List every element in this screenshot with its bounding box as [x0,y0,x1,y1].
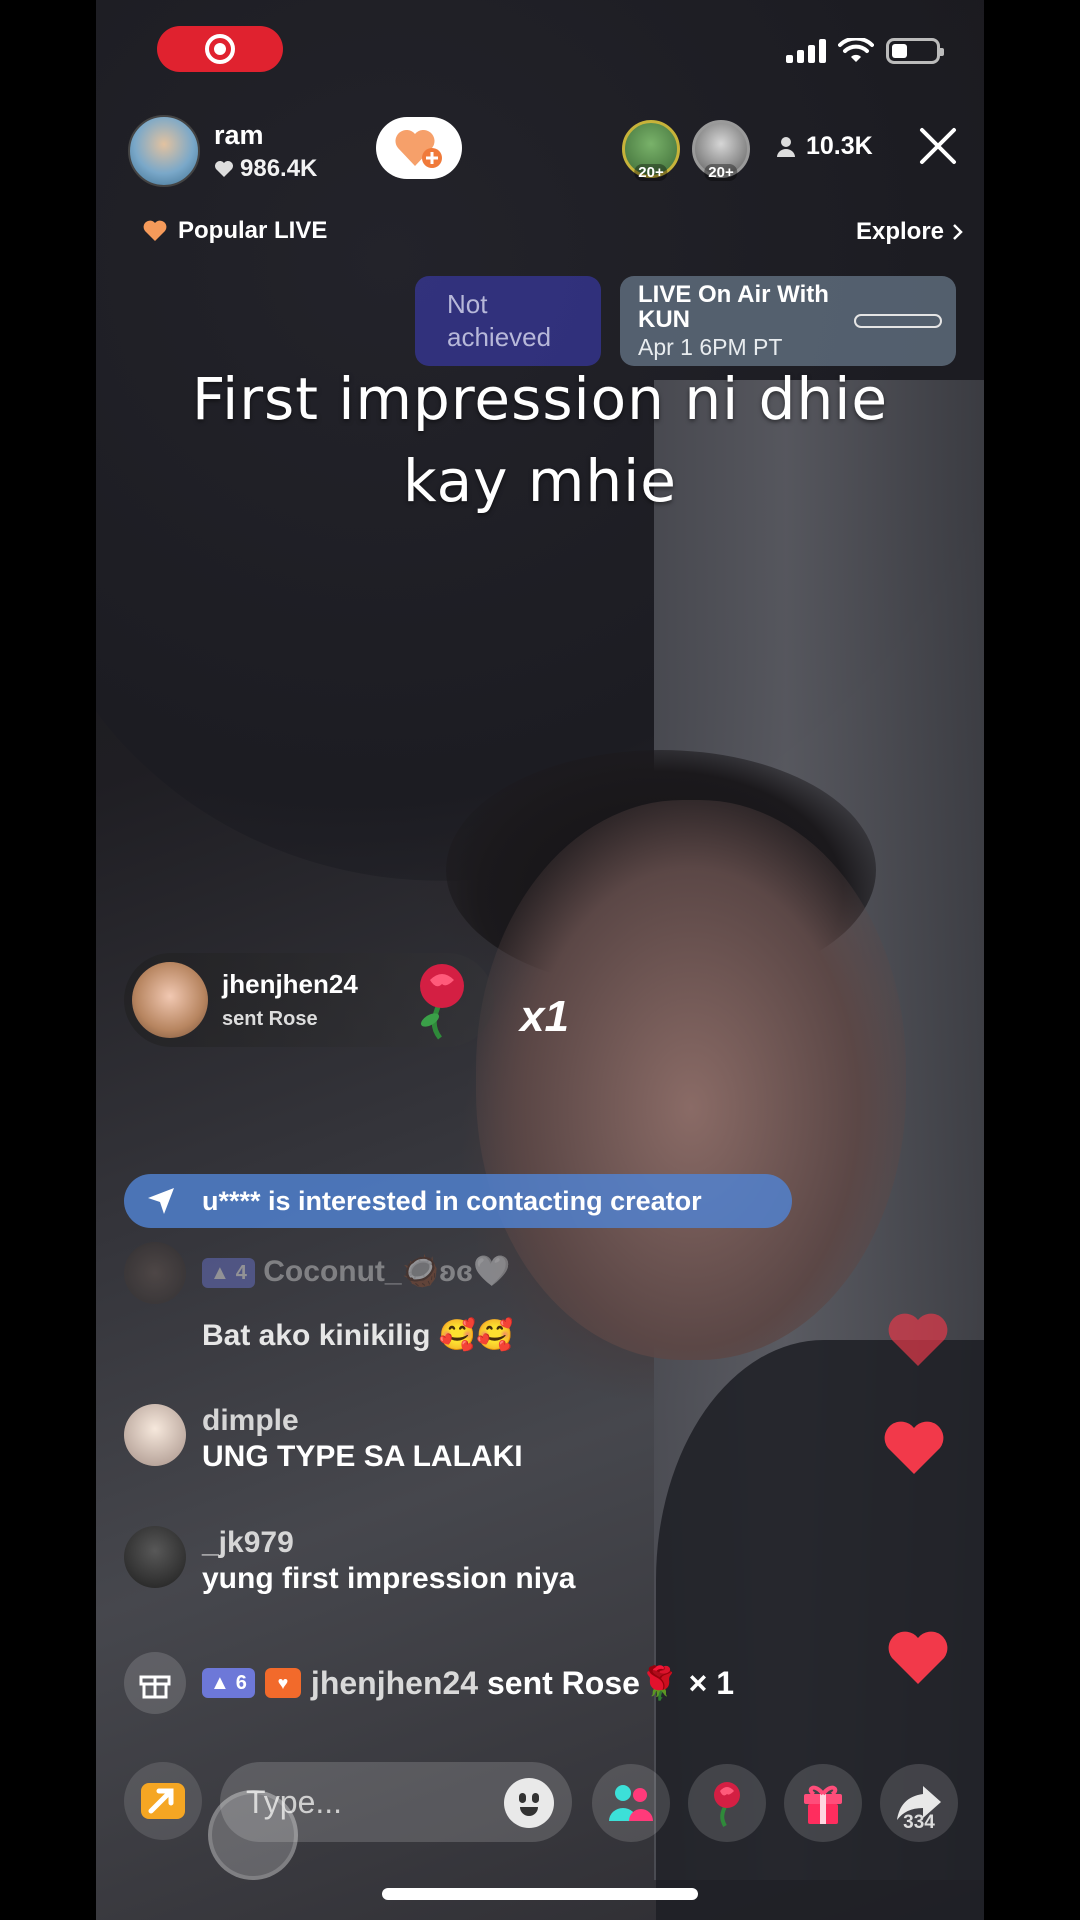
multi-guest-button[interactable] [592,1764,670,1842]
host-avatar[interactable] [128,115,200,187]
event-card[interactable]: LIVE On Air With KUN Apr 1 6PM PT [620,276,956,366]
live-screen: ram 986.4K 20+ 20+ 10.3K Popular LIVE Ex… [0,0,1080,1920]
record-icon [205,34,235,64]
screen-recording-indicator[interactable] [157,26,283,72]
comment-text: Bat ako kinikilig 🥰🥰 [202,1319,514,1352]
heart-plus-icon [395,129,442,168]
top-viewer-avatar[interactable]: 20+ [692,120,750,181]
stream-caption: First impression ni dhie kay mhie [191,365,889,515]
send-icon [148,1188,174,1214]
rose-icon [420,964,464,1040]
host-name: ram [214,119,264,150]
arrow-share-icon [141,1783,185,1819]
top-viewer-avatar[interactable]: 20+ [622,120,680,181]
rose-gift-button[interactable] [688,1764,766,1842]
host-profile[interactable]: ram 986.4K [128,115,317,187]
commenter-name: dimple [202,1404,299,1437]
home-indicator[interactable] [382,1888,698,1900]
comment-item[interactable]: dimple UNG TYPE SA LALAKI [124,1404,523,1474]
gifter-name: jhenjhen24 [222,969,358,999]
viewer-count[interactable]: 10.3K [776,132,873,161]
gift-log-item[interactable]: ▲ 6 ♥ jhenjhen24 sent Rose🌹 × 1 [124,1652,734,1714]
popular-live-label: Popular LIVE [178,217,328,244]
level-badge: ▲ 4 [202,1258,255,1289]
comment-item[interactable]: Bat ako kinikilig 🥰🥰 [124,1316,513,1353]
battery-icon [886,38,944,64]
close-icon[interactable] [918,126,958,166]
level-value: 4 [235,1261,247,1284]
commenter-name: _jk979 [202,1526,294,1559]
popular-live-link[interactable]: Popular LIVE [142,217,327,245]
notice-text: u**** is interested in contacting creato… [202,1185,702,1216]
floating-heart-icon [888,1313,948,1366]
cellular-signal-icon [786,39,826,63]
emoji-icon[interactable] [504,1778,554,1828]
assistive-touch-button[interactable] [208,1790,298,1880]
share-button[interactable]: 334 [880,1764,958,1842]
gift-icon [804,1785,842,1824]
fan-heart-icon: ♥ [264,1668,301,1698]
likes-count: 986.4K [240,154,318,182]
viewer-rank-badge: 20+ [634,164,668,181]
gift-count: x1 [520,992,569,1041]
comment-item[interactable]: ▲ 4 Coconut_🥥ʚɞ🤍 [124,1242,510,1304]
rose-icon [714,1782,740,1827]
heart-icon [215,160,233,177]
event-logo [854,314,942,328]
commenter-name: Coconut_🥥ʚɞ🤍 [263,1255,511,1288]
gifter-name: jhenjhen24 [310,1664,479,1701]
commenter-avatar[interactable] [124,1242,186,1304]
people-icon [609,1785,653,1821]
viewer-count-value: 10.3K [806,132,873,160]
goal-status-card[interactable]: Not achieved [415,276,601,366]
explore-label: Explore [855,218,944,245]
gift-subtitle: sent Rose [222,1008,318,1030]
event-date: Apr 1 6PM PT [638,334,783,360]
comment-item[interactable]: _jk979 yung first impression niya [124,1526,575,1596]
gift-button[interactable] [784,1764,862,1842]
gift-box-icon [124,1652,186,1714]
comment-text: UNG TYPE SA LALAKI [202,1440,523,1473]
commenter-avatar[interactable] [124,1526,186,1588]
viewer-rank-badge: 20+ [704,164,738,181]
creator-contact-notice[interactable]: u**** is interested in contacting creato… [124,1174,792,1228]
gifter-avatar[interactable] [132,962,208,1038]
wifi-icon [838,38,874,62]
commenter-avatar[interactable] [124,1404,186,1466]
floating-heart-icon [884,1421,944,1474]
host-likes: 986.4K [214,155,317,183]
quick-share-button[interactable] [124,1762,202,1840]
comment-text: yung first impression niya [202,1562,576,1595]
top-viewers[interactable]: 20+ 20+ [622,120,750,181]
status-bar-icons [786,38,944,64]
gift-action: sent Rose🌹 × 1 [486,1665,735,1701]
level-badge: ▲ 6 [202,1668,255,1698]
heart-icon [143,220,167,241]
person-icon [777,136,795,157]
event-title: LIVE On Air With KUN [638,281,829,333]
chevron-right-icon [953,224,963,240]
follow-button[interactable] [376,117,462,179]
level-value: 6 [235,1671,247,1694]
floating-heart-icon [888,1631,948,1684]
share-count: 334 [903,1812,935,1833]
explore-link[interactable]: Explore [856,218,964,246]
